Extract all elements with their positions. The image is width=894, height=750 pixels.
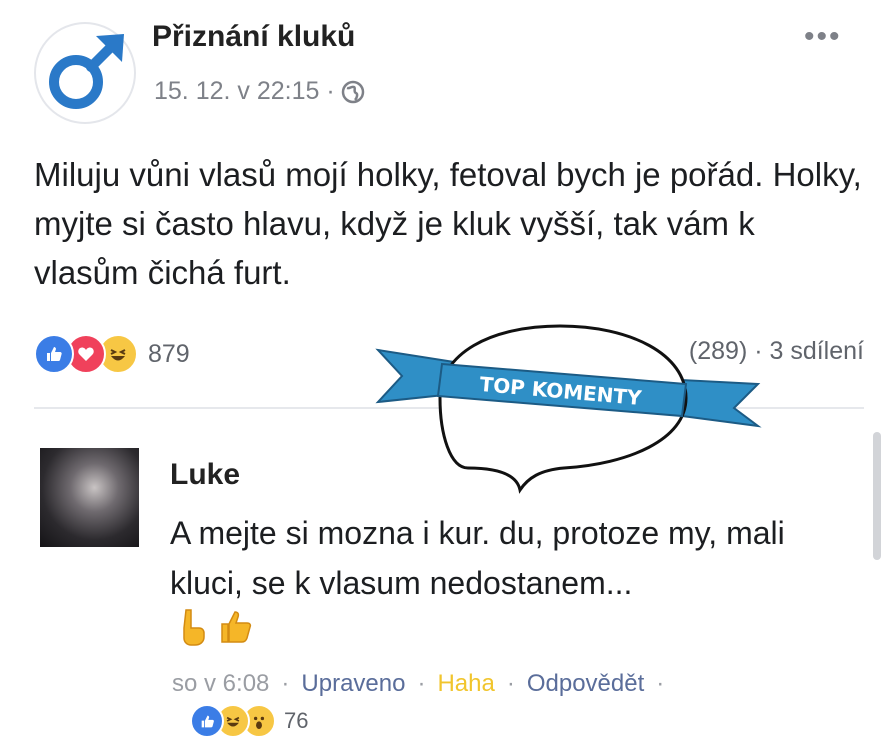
reaction-count: 879: [148, 339, 190, 368]
post-reactions[interactable]: 879: [34, 334, 190, 374]
thumbs-up-hand-icon: [221, 611, 252, 643]
post-timestamp: 15. 12. v 22:15 ·: [154, 77, 365, 106]
separator: ·: [656, 670, 665, 697]
separator: ·: [281, 670, 290, 697]
like-icon: [34, 334, 74, 374]
comment-text: A mejte si mozna i kur. du, protoze my, …: [170, 515, 785, 601]
page-avatar[interactable]: [34, 22, 136, 124]
edited-link[interactable]: Upraveno: [301, 670, 405, 698]
page-name[interactable]: Přiznání kluků: [152, 20, 355, 54]
comment-emojis: [172, 606, 256, 646]
point-down-hand-icon: [183, 609, 205, 646]
separator: ·: [417, 670, 426, 697]
comment-author[interactable]: Luke: [170, 458, 240, 492]
globe-icon: [341, 80, 364, 103]
top-comments-badge: TOP KOMENTY: [375, 324, 762, 494]
separator: ·: [506, 670, 515, 697]
comment-avatar[interactable]: [40, 448, 139, 547]
post-text: Miluju vůni vlasů mojí holky, fetoval by…: [34, 156, 862, 291]
comment-reactions[interactable]: 76: [190, 704, 308, 738]
more-options-icon[interactable]: •••: [804, 22, 842, 52]
comment-reaction-count: 76: [284, 708, 309, 733]
comment-actions: so v 6:08 · Upraveno · Haha · Odpovědět …: [172, 670, 664, 698]
haha-reaction-link[interactable]: Haha: [437, 670, 494, 698]
reply-link[interactable]: Odpovědět: [527, 670, 644, 698]
male-symbol-icon: [49, 34, 124, 109]
scrollbar[interactable]: [873, 432, 881, 560]
post-time[interactable]: 15. 12. v 22:15 ·: [154, 77, 335, 106]
like-icon: [190, 704, 224, 738]
comment-time[interactable]: so v 6:08: [172, 670, 269, 698]
